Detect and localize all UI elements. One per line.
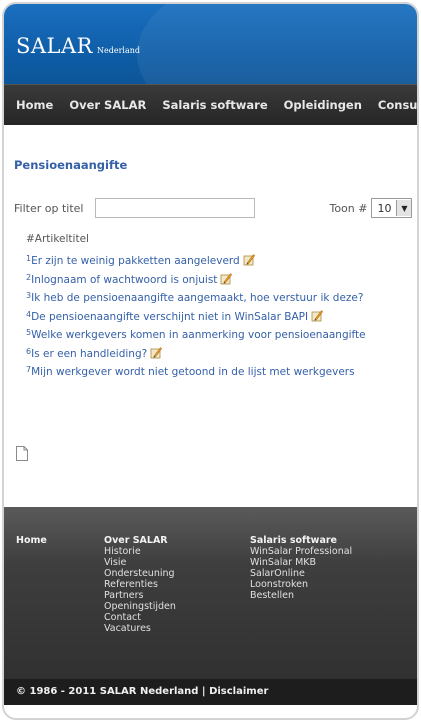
filter-row: Filter op titel Toon # 10 ▼	[14, 198, 417, 218]
nav-item-home[interactable]: Home	[16, 98, 53, 112]
footer-link[interactable]: Referenties	[104, 579, 176, 590]
column-header[interactable]: #Artikeltitel	[26, 229, 417, 250]
footer-link[interactable]: SalarOnline	[250, 568, 352, 579]
footer-link[interactable]: Openingstijden	[104, 601, 176, 612]
article-title: Ik heb de pensioenaangifte aangemaakt, h…	[31, 292, 364, 304]
footer-link-home[interactable]: Home	[16, 535, 47, 546]
nav-item-consultancy[interactable]: Consulta	[378, 98, 417, 112]
footer-link[interactable]: Visie	[104, 557, 176, 568]
toon-label: Toon #	[329, 201, 368, 215]
nav-item-salaris-software[interactable]: Salaris software	[162, 98, 267, 112]
article-link[interactable]: 5Welke werkgevers komen in aanmerking vo…	[26, 324, 417, 343]
copyright-bar: © 1986 - 2011 SALAR Nederland | Disclaim…	[4, 679, 417, 705]
footer-link[interactable]: Bestellen	[250, 590, 352, 601]
toon-select[interactable]: 10 ▼	[371, 198, 413, 218]
footer-link[interactable]: Contact	[104, 612, 176, 623]
footer-link[interactable]: Loonstroken	[250, 579, 352, 590]
footer-link[interactable]: WinSalar Professional	[250, 546, 352, 557]
article-link[interactable]: 2Inlognaam of wachtwoord is onjuist	[26, 269, 417, 288]
article-link[interactable]: 6Is er een handleiding?	[26, 343, 417, 362]
chevron-down-icon[interactable]: ▼	[396, 200, 412, 216]
filter-input[interactable]	[95, 198, 256, 218]
logo-sub-text: Nederland	[96, 46, 140, 55]
article-title: Welke werkgevers komen in aanmerking voo…	[31, 329, 366, 341]
footer-link[interactable]: Historie	[104, 546, 176, 557]
edit-pencil-icon[interactable]	[150, 346, 163, 359]
nav-item-opleidingen[interactable]: Opleidingen	[284, 98, 362, 112]
article-title: Inlognaam of wachtwoord is onjuist	[31, 273, 218, 286]
article-title: Er zijn te weinig pakketten aangeleverd	[31, 255, 240, 267]
article-title: Mijn werkgever wordt niet getoond in de …	[31, 366, 355, 378]
edit-pencil-icon[interactable]	[220, 272, 233, 285]
site-header: SALAR Nederland	[4, 4, 417, 84]
article-title: De pensioenaangifte verschijnt niet in W…	[31, 310, 309, 323]
edit-pencil-icon[interactable]	[243, 253, 255, 266]
footer-heading-salaris-software[interactable]: Salaris software	[250, 535, 352, 546]
footer-link[interactable]: Vacatures	[104, 623, 176, 634]
footer-col-over-salar: Over SALAR Historie Visie Ondersteuning Ref…	[104, 535, 176, 634]
article-link[interactable]: 3Ik heb de pensioenaangifte aangemaakt, …	[26, 287, 417, 306]
article-title: Is er een handleiding?	[31, 347, 148, 360]
page-title: Pensioenaangifte	[14, 158, 128, 172]
site-logo[interactable]: SALAR Nederland	[16, 34, 140, 58]
page-frame: SALAR Nederland Home Over SALAR Salaris s…	[2, 2, 419, 720]
toon-value: 10	[377, 201, 392, 215]
edit-pencil-icon[interactable]	[311, 309, 324, 322]
article-list: #Artikeltitel 1Er zijn te weinig pakkett…	[26, 229, 417, 380]
footer-link[interactable]: Ondersteuning	[104, 568, 176, 579]
main-nav: Home Over SALAR Salaris software Opleidi…	[4, 84, 417, 125]
footer-col-home: Home	[16, 535, 47, 546]
article-link[interactable]: 7Mijn werkgever wordt niet getoond in de…	[26, 361, 417, 380]
footer-col-salaris-software: Salaris software WinSalar Professional Wi…	[250, 535, 352, 601]
filter-label: Filter op titel	[14, 201, 84, 215]
site-footer: Home Over SALAR Historie Visie Ondersteuni…	[4, 507, 417, 705]
footer-link[interactable]: WinSalar MKB	[250, 557, 352, 568]
article-link[interactable]: 1Er zijn te weinig pakketten aangeleverd	[26, 250, 417, 269]
footer-link[interactable]: Partners	[104, 590, 176, 601]
article-link[interactable]: 4De pensioenaangifte verschijnt niet in …	[26, 306, 417, 325]
footer-heading-over-salar[interactable]: Over SALAR	[104, 535, 176, 546]
main-content: Pensioenaangifte Filter op titel Toon # …	[4, 125, 417, 507]
logo-main-text: SALAR	[16, 34, 93, 58]
new-document-icon[interactable]	[16, 446, 28, 461]
nav-item-over-salar[interactable]: Over SALAR	[69, 98, 146, 112]
